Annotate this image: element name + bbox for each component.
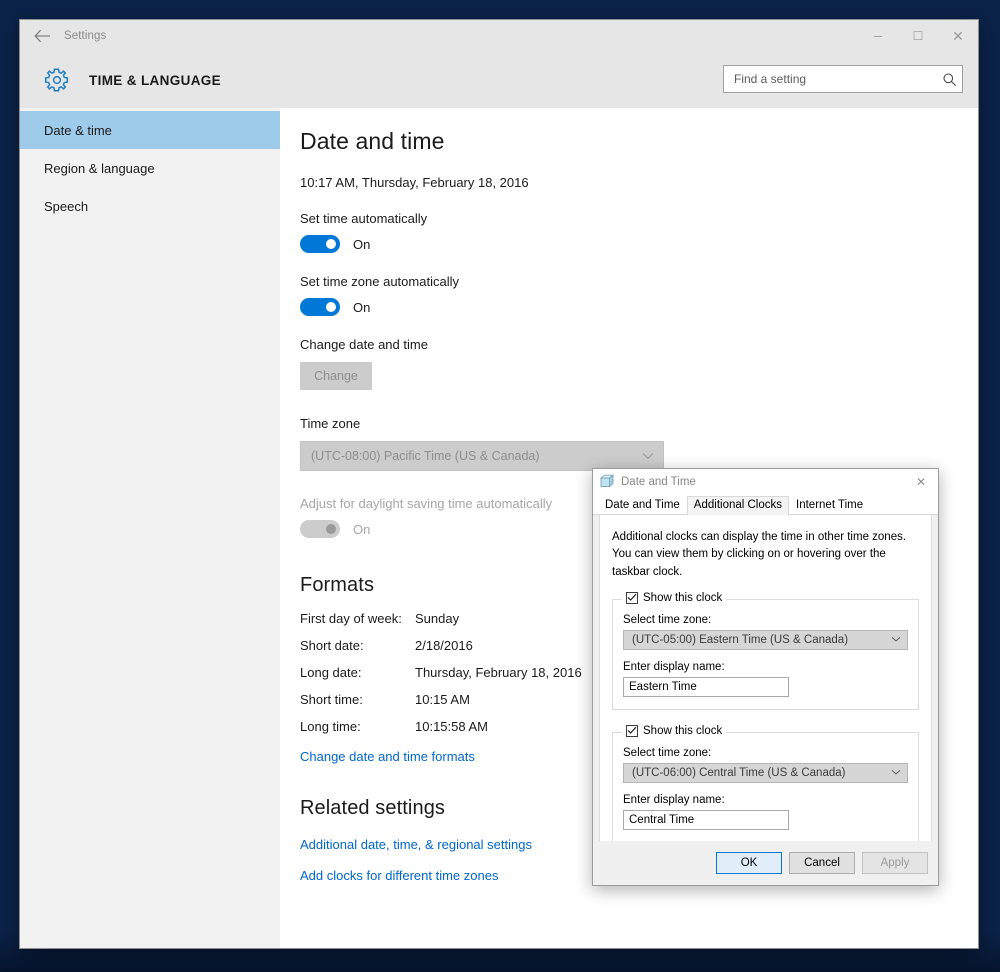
format-key: First day of week: (300, 611, 402, 626)
clock-group-1: Show this clock Select time zone: (UTC-0… (612, 591, 919, 710)
sidebar-item-label: Date & time (44, 122, 112, 138)
show-this-clock-label: Show this clock (643, 591, 723, 604)
select-time-zone-label: Select time zone: (623, 613, 712, 626)
setting-label: Set time automatically (300, 211, 428, 226)
clock-2-timezone-dropdown[interactable]: (UTC-06:00) Central Time (US & Canada) (623, 762, 908, 783)
toggle-knob (326, 239, 336, 249)
setting-label: Change date and time (300, 337, 428, 352)
format-key: Long date: (300, 665, 362, 680)
setting-set-time-automatically: Set time automatically On (300, 211, 978, 253)
maximize-icon[interactable]: ☐ (898, 20, 938, 52)
checkbox-checked-icon[interactable] (626, 724, 638, 737)
select-time-zone-label: Select time zone: (623, 746, 712, 759)
window-title: Settings (64, 30, 107, 42)
page-title: TIME & LANGUAGE (89, 72, 221, 88)
desktop-background: Settings ─ ☐ ✕ TIME & LANGUAGE Find a se… (0, 0, 1000, 972)
date-and-time-dialog: Date and Time ✕ Date and Time Additional… (592, 468, 939, 886)
format-value: 2/18/2016 (415, 638, 473, 653)
clock-2-timezone-value: (UTC-06:00) Central Time (US & Canada) (632, 766, 846, 779)
toggle-row: On (300, 298, 978, 316)
clock-group-2: Show this clock Select time zone: (UTC-0… (612, 724, 919, 843)
app-header: TIME & LANGUAGE (20, 52, 978, 108)
sidebar: Date & time Region & language Speech (20, 108, 280, 948)
back-arrow-icon[interactable] (20, 20, 64, 52)
tab-date-and-time[interactable]: Date and Time (598, 496, 687, 515)
dialog-footer: OK Cancel Apply (593, 841, 938, 885)
ok-button[interactable]: OK (716, 852, 782, 874)
dialog-tabs: Date and Time Additional Clocks Internet… (593, 495, 938, 515)
gear-icon (42, 65, 72, 95)
clock-1-display-name-input[interactable] (623, 676, 789, 697)
dialog-titlebar: Date and Time ✕ (593, 469, 938, 495)
toggle-knob (326, 302, 336, 312)
clock-1-timezone-value: (UTC-05:00) Eastern Time (US & Canada) (632, 633, 849, 646)
minimize-icon[interactable]: ─ (858, 20, 898, 52)
chevron-down-icon (891, 635, 901, 645)
dialog-title: Date and Time (621, 476, 696, 488)
window-controls: ─ ☐ ✕ (858, 20, 978, 52)
section-heading-date-and-time: Date and time (300, 128, 445, 154)
toggle-state-label: On (353, 521, 371, 537)
set-time-automatically-toggle[interactable] (300, 235, 340, 253)
setting-label: Set time zone automatically (300, 274, 459, 289)
change-button[interactable]: Change (300, 362, 372, 390)
time-zone-dropdown[interactable]: (UTC-08:00) Pacific Time (US & Canada) (300, 441, 664, 471)
format-key: Long time: (300, 719, 361, 734)
setting-label: Time zone (300, 416, 361, 431)
chevron-down-icon (891, 768, 901, 778)
dialog-close-icon[interactable]: ✕ (904, 469, 938, 495)
clock-1-timezone-dropdown[interactable]: (UTC-05:00) Eastern Time (US & Canada) (623, 629, 908, 650)
format-value: Thursday, February 18, 2016 (415, 665, 582, 680)
daylight-saving-toggle[interactable] (300, 520, 340, 538)
current-datetime-text: 10:17 AM, Thursday, February 18, 2016 (300, 175, 529, 190)
search-box[interactable] (723, 65, 963, 93)
format-value: 10:15:58 AM (415, 719, 488, 734)
tab-additional-clocks[interactable]: Additional Clocks (686, 496, 790, 515)
format-key: Short time: (300, 692, 363, 707)
search-icon[interactable] (936, 72, 962, 87)
show-this-clock-1[interactable]: Show this clock (622, 591, 727, 604)
tab-internet-time[interactable]: Internet Time (789, 496, 870, 515)
close-icon[interactable]: ✕ (938, 20, 978, 52)
chevron-down-icon (642, 449, 654, 463)
dialog-intro-text: Additional clocks can display the time i… (612, 531, 907, 578)
apply-button[interactable]: Apply (862, 852, 928, 874)
sidebar-item-speech[interactable]: Speech (20, 187, 280, 225)
search-input[interactable] (724, 66, 936, 92)
setting-set-timezone-automatically: Set time zone automatically On (300, 274, 978, 316)
format-key: Short date: (300, 638, 364, 653)
show-this-clock-2[interactable]: Show this clock (622, 724, 727, 737)
time-zone-value: (UTC-08:00) Pacific Time (US & Canada) (311, 449, 540, 463)
checkbox-checked-icon[interactable] (626, 591, 638, 604)
enter-display-name-label: Enter display name: (623, 660, 725, 673)
cancel-button[interactable]: Cancel (789, 852, 855, 874)
date-and-time-icon (599, 473, 615, 491)
dialog-pane-additional-clocks: Additional clocks can display the time i… (599, 515, 932, 859)
set-timezone-automatically-toggle[interactable] (300, 298, 340, 316)
sidebar-item-region-language[interactable]: Region & language (20, 149, 280, 187)
clock-2-display-name-input[interactable] (623, 809, 789, 830)
show-this-clock-label: Show this clock (643, 724, 723, 737)
sidebar-item-label: Speech (44, 198, 89, 214)
sidebar-item-label: Region & language (44, 160, 155, 176)
window-titlebar: Settings ─ ☐ ✕ (20, 20, 978, 52)
toggle-state-label: On (353, 299, 371, 315)
setting-time-zone: Time zone (UTC-08:00) Pacific Time (US &… (300, 416, 978, 471)
enter-display-name-label: Enter display name: (623, 793, 725, 806)
toggle-row: On (300, 235, 978, 253)
setting-change-date-and-time: Change date and time Change (300, 337, 978, 390)
format-value: 10:15 AM (415, 692, 470, 707)
format-value: Sunday (415, 611, 460, 626)
toggle-state-label: On (353, 236, 371, 252)
toggle-knob (326, 524, 336, 534)
sidebar-item-date-time[interactable]: Date & time (20, 111, 280, 149)
